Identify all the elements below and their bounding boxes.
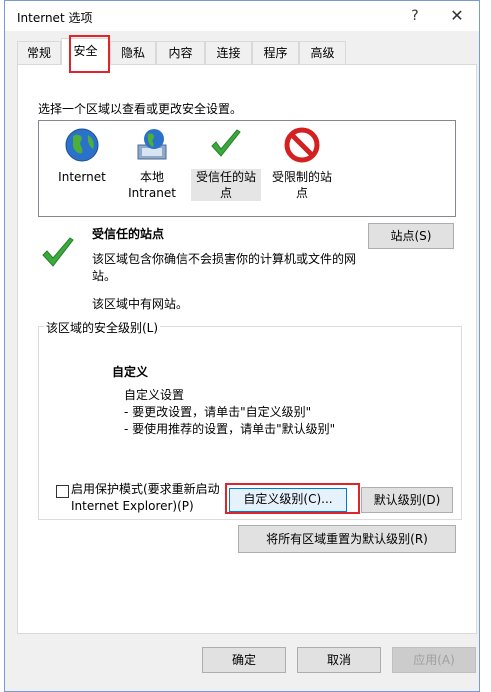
- protected-mode-checkbox[interactable]: [56, 485, 69, 498]
- security-level-title: 自定义: [112, 365, 149, 379]
- default-level-button[interactable]: 默认级别(D): [361, 487, 453, 513]
- no-entry-icon: [284, 127, 320, 163]
- apply-button[interactable]: 应用(A): [392, 647, 476, 673]
- protected-mode-label: 启用保护模式(要求重新启动 Internet Explorer)(P): [71, 482, 220, 513]
- zone-trusted-label: 受信任的站点: [191, 169, 261, 201]
- selected-zone-description: 该区域包含你确信不会损害你的计算机或文件的网站。: [92, 252, 357, 283]
- window-title: Internet 选项: [17, 11, 93, 25]
- security-level-notes: 自定义设置 - 要更改设置，请单击"自定义级别" - 要使用推荐的设置，请单击"…: [124, 388, 336, 436]
- security-level-label: 该区域的安全级别(L): [44, 319, 161, 336]
- zone-list: Internet 本地 Intranet 受信任的站点 受限制的站 点: [38, 120, 456, 217]
- selected-zone-title: 受信任的站点: [92, 227, 165, 241]
- tab-programs[interactable]: 程序: [252, 41, 299, 64]
- selected-zone-sites-note: 该区域中有网站。: [92, 297, 189, 311]
- internet-options-dialog: Internet 选项 ? ✕ 常规 安全 隐私 内容 连接 程序 高级 选择一…: [4, 0, 480, 692]
- tab-connections[interactable]: 连接: [205, 41, 252, 64]
- zone-restricted-label: 受限制的站点: [271, 170, 332, 200]
- tab-content[interactable]: 内容: [156, 41, 205, 64]
- tab-advanced[interactable]: 高级: [299, 41, 346, 64]
- green-check-icon: [211, 129, 241, 157]
- zone-trusted-sites[interactable]: 受信任的站点: [191, 127, 261, 201]
- globe-icon: [65, 128, 99, 162]
- zone-prompt: 选择一个区域以查看或更改安全设置。: [38, 102, 243, 116]
- sites-button[interactable]: 站点(S): [368, 223, 454, 249]
- zone-internet-label: Internet: [58, 170, 106, 184]
- custom-level-highlight-box: [225, 483, 360, 514]
- zone-restricted-sites[interactable]: 受限制的站点: [267, 127, 337, 201]
- intranet-icon: [137, 129, 167, 160]
- tab-highlight-box: [69, 35, 110, 73]
- cancel-button[interactable]: 取消: [297, 647, 381, 673]
- title-bar: Internet 选项 ? ✕: [5, 1, 479, 31]
- tab-privacy[interactable]: 隐私: [110, 41, 156, 64]
- zone-intranet-label: 本地 Intranet: [128, 170, 176, 200]
- zone-intranet[interactable]: 本地 Intranet: [117, 127, 187, 201]
- help-button[interactable]: ?: [393, 1, 437, 31]
- selected-zone-check-icon: [42, 237, 74, 267]
- security-panel: 选择一个区域以查看或更改安全设置。 Internet 本地 Intranet 受…: [17, 64, 477, 634]
- ok-button[interactable]: 确定: [202, 647, 286, 673]
- zone-internet[interactable]: Internet: [47, 127, 117, 185]
- reset-all-zones-button[interactable]: 将所有区域重置为默认级别(R): [238, 525, 456, 553]
- close-button[interactable]: ✕: [435, 1, 479, 31]
- tab-general[interactable]: 常规: [17, 41, 61, 64]
